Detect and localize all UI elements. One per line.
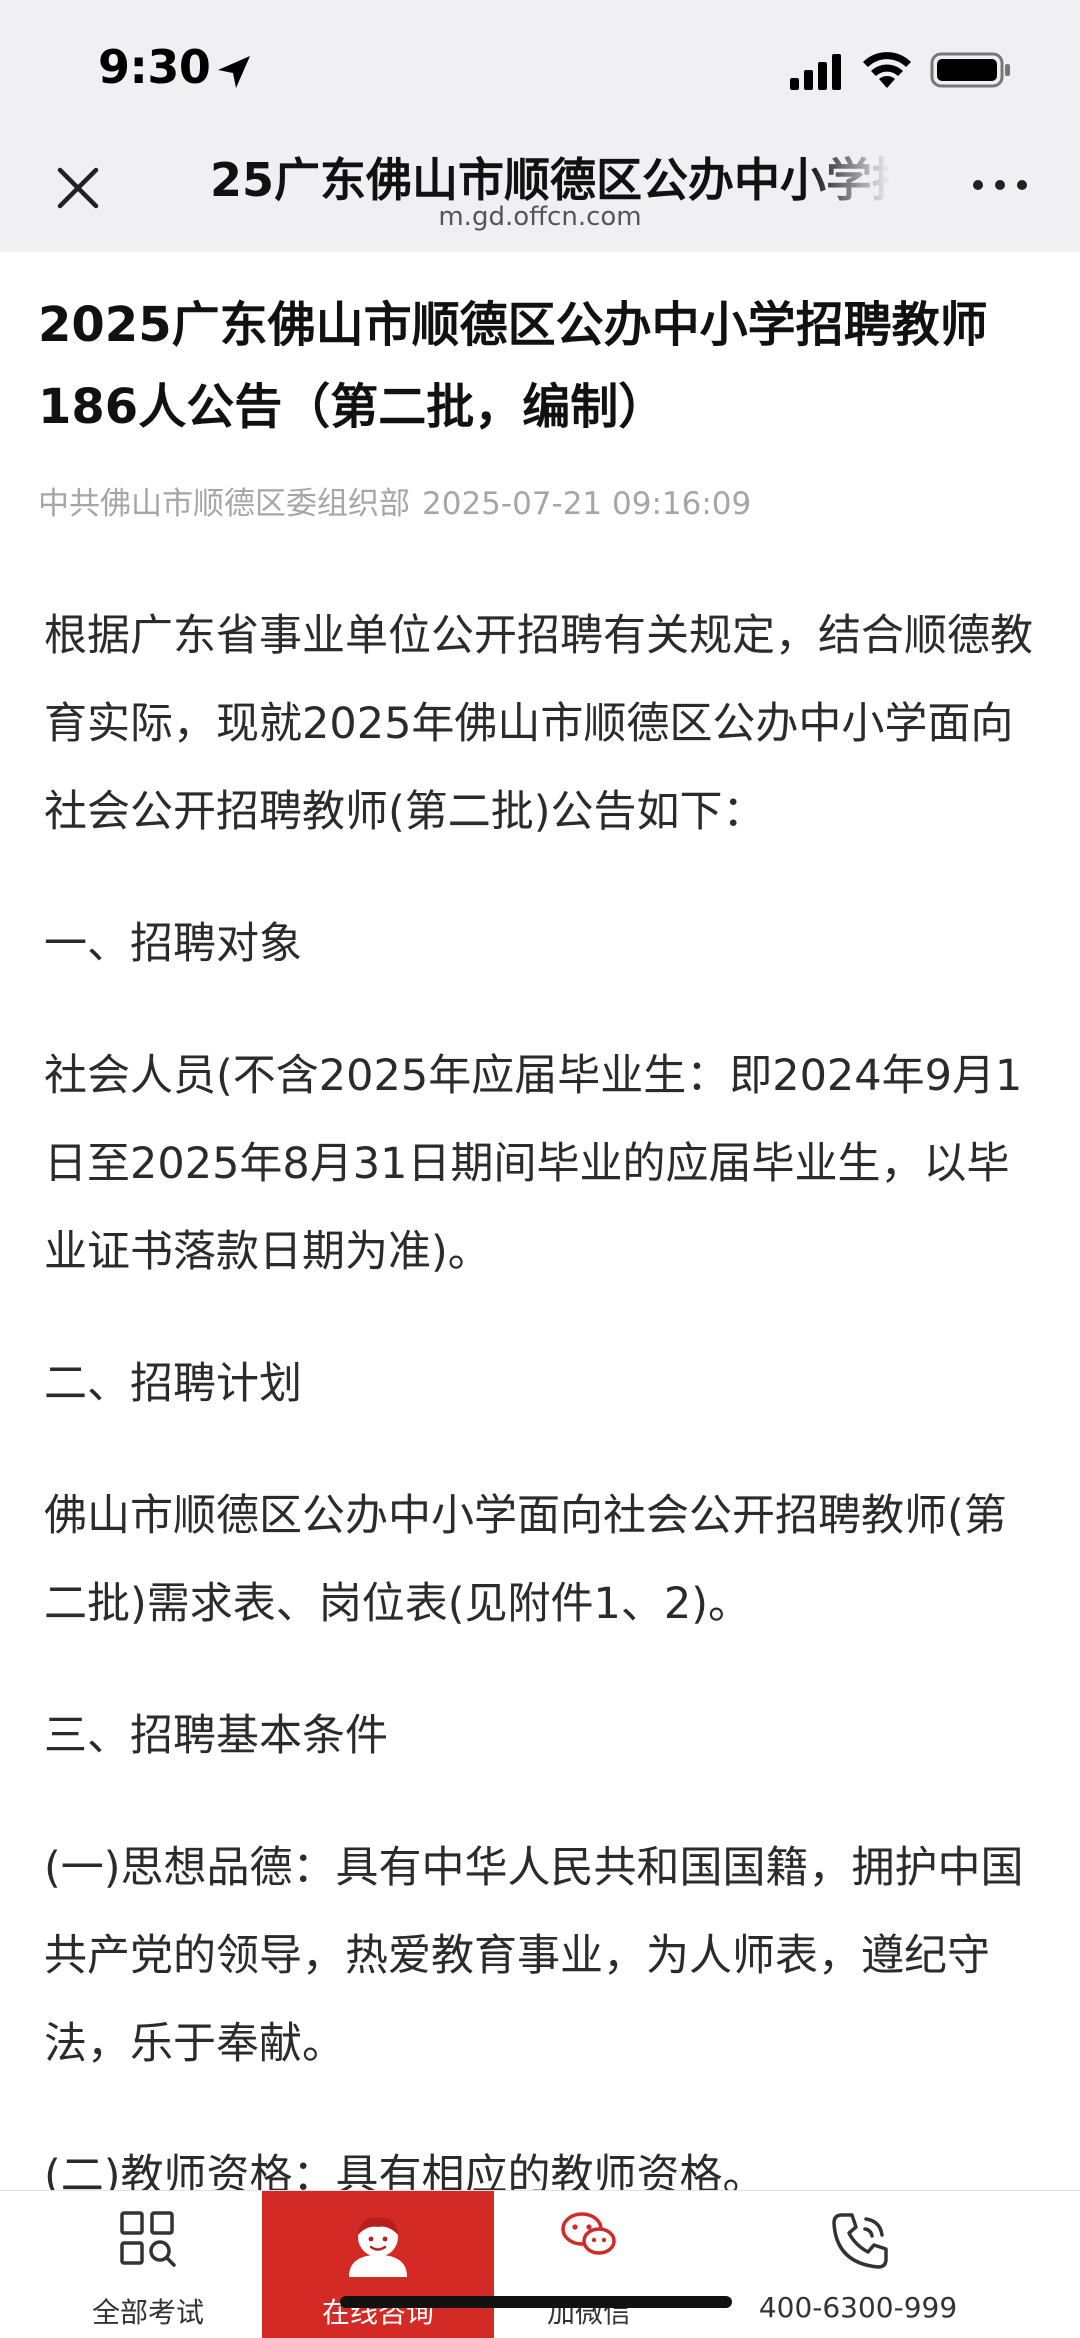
article-paragraph: 佛山市顺德区公办中小学面向社会公开招聘教师(第二批)需求表、岗位表(见附件1、2… <box>44 1491 1007 1629</box>
article-title: 2025广东佛山市顺德区公办中小学招聘教师186人公告（第二批，编制） <box>38 297 988 435</box>
article-paragraph: (二)教师资格：具有相应的教师资格。 <box>44 2151 766 2192</box>
nav-phone-label: 400-6300-999 <box>758 2291 958 2324</box>
page-heading: 25广东佛山市顺德区公办中小学招聘教师186人公告（第二批，编制） <box>210 153 890 204</box>
nav-online-consult-button[interactable]: 在线咨询 <box>262 2191 494 2338</box>
more-options-icon[interactable] <box>970 170 1030 200</box>
article-paragraph: 根据广东省事业单位公开招聘有关规定，结合顺德教育实际，现就2025年佛山市顺德区… <box>44 611 1033 837</box>
article-source: 中共佛山市顺德区委组织部 <box>38 486 410 522</box>
grid-search-icon <box>120 2211 176 2267</box>
article-paragraph: 社会人员(不含2025年应届毕业生：即2024年9月1日至2025年8月31日期… <box>44 1051 1023 1277</box>
wechat-icon <box>561 2212 616 2255</box>
phone-icon <box>832 2213 888 2269</box>
wifi-icon <box>863 52 911 88</box>
home-indicator <box>340 2296 732 2308</box>
nav-all-exams-label: 全部考试 <box>91 2296 204 2329</box>
section-heading: 三、招聘基本条件 <box>44 1711 388 1761</box>
article-meta: 中共佛山市顺德区委组织部 2025-07-21 09:16:09 <box>38 478 751 523</box>
cellular-signal-icon <box>790 54 841 90</box>
battery-icon <box>930 52 1010 88</box>
page-domain: m.gd.offcn.com <box>438 202 642 232</box>
article-body: 根据广东省事业单位公开招聘有关规定，结合顺德教育实际，现就2025年佛山市顺德区… <box>44 592 1040 2192</box>
article-paragraph: (一)思想品德：具有中华人民共和国国籍，拥护中国共产党的领导，热爱教育事业，为人… <box>44 1843 1024 2069</box>
browser-chrome: 9:30 25广东佛山市顺德区公办中小学招聘教师186人公告（第二批，编制） m… <box>0 0 1080 252</box>
nav-add-wechat-button[interactable]: 加微信 <box>494 2191 684 2338</box>
advisor-avatar-icon <box>349 2217 407 2277</box>
section-heading: 二、招聘计划 <box>44 1359 302 1409</box>
status-time: 9:30 <box>98 40 211 94</box>
nav-phone-button[interactable]: 400-6300-999 <box>740 2191 976 2338</box>
article-datetime: 2025-07-21 09:16:09 <box>422 486 752 522</box>
bottom-nav: 全部考试 在线咨询 加微信 400-6300-999 <box>0 2190 1080 2338</box>
section-heading: 一、招聘对象 <box>44 919 302 969</box>
location-arrow-icon <box>218 56 250 88</box>
article: 2025广东佛山市顺德区公办中小学招聘教师186人公告（第二批，编制） 中共佛山… <box>0 252 1080 2192</box>
nav-all-exams-button[interactable]: 全部考试 <box>60 2191 236 2338</box>
